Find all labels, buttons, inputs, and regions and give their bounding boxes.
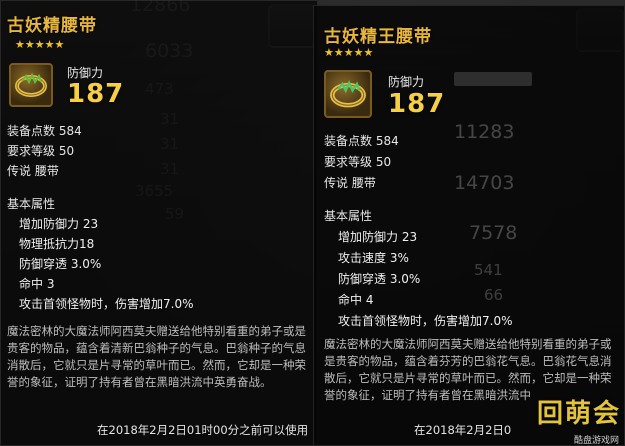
- tooltip-panel-left: 古妖精腰带 ★★★★★ 防御力 187 装备点数 584 要求等级 50 传说 …: [0, 0, 318, 446]
- site-watermark-sub: 酷盘游戏网: [573, 436, 619, 446]
- expiry-note: 在2018年2月2日01时00分之前可以使用: [97, 423, 309, 437]
- attribute-line: 防御穿透 3.0%: [338, 272, 421, 286]
- required-level: 要求等级 50: [7, 144, 75, 158]
- required-level: 要求等级 50: [324, 155, 392, 169]
- bg-stat: 11283: [454, 121, 515, 143]
- equip-points: 装备点数 584: [7, 124, 82, 138]
- bg-stat: 14703: [454, 172, 515, 194]
- bg-stat: 7578: [469, 222, 518, 244]
- defense-value: 187: [67, 79, 125, 109]
- golden-leaf-belt-icon: [9, 63, 53, 107]
- attribute-line: 攻击速度 3%: [338, 251, 409, 265]
- rarity-stars: ★★★★★: [324, 46, 374, 59]
- rarity-stars: ★★★★★: [15, 38, 65, 51]
- attribute-line: 增加防御力 23: [338, 230, 418, 244]
- expiry-note: 在2018年2月2日0: [414, 423, 512, 437]
- defense-value: 187: [388, 89, 446, 119]
- bg-stat: 66: [484, 286, 504, 304]
- item-title: 古妖精王腰带: [324, 27, 432, 47]
- attribute-line: 攻击首领怪物时，伤害增加7.0%: [338, 314, 513, 328]
- defense-label: 防御力: [388, 75, 425, 89]
- rarity-type: 传说 腰带: [324, 176, 376, 190]
- item-description: 魔法密林的大魔法师阿西莫夫赠送给他特别看重的弟子或是贵客的物品，蕴含着清新巴翁种…: [7, 324, 306, 389]
- bg-button-label: [454, 72, 532, 86]
- attribute-line: 物理抵抗力18: [19, 237, 95, 251]
- rarity-type: 传说 腰带: [7, 164, 59, 178]
- bg-stat: 541: [474, 261, 503, 279]
- site-watermark-logo: 回萌会: [536, 399, 621, 429]
- attribute-line: 命中 3: [19, 277, 55, 291]
- tooltip-panel-right: 古妖精王腰带 ★★★★★ 防御力 187 11283 14703 7578 54…: [313, 5, 625, 446]
- item-title: 古妖精腰带: [7, 16, 97, 36]
- golden-leaf-belt-icon: [324, 70, 372, 118]
- equip-points: 装备点数 584: [324, 134, 399, 148]
- attribute-line: 命中 4: [338, 293, 374, 307]
- attribute-line: 防御穿透 3.0%: [19, 257, 102, 271]
- basic-attr-header: 基本属性: [324, 209, 373, 223]
- basic-attr-header: 基本属性: [7, 197, 56, 211]
- attribute-line: 攻击首领怪物时，伤害增加7.0%: [19, 297, 194, 311]
- attribute-line: 增加防御力 23: [19, 217, 99, 231]
